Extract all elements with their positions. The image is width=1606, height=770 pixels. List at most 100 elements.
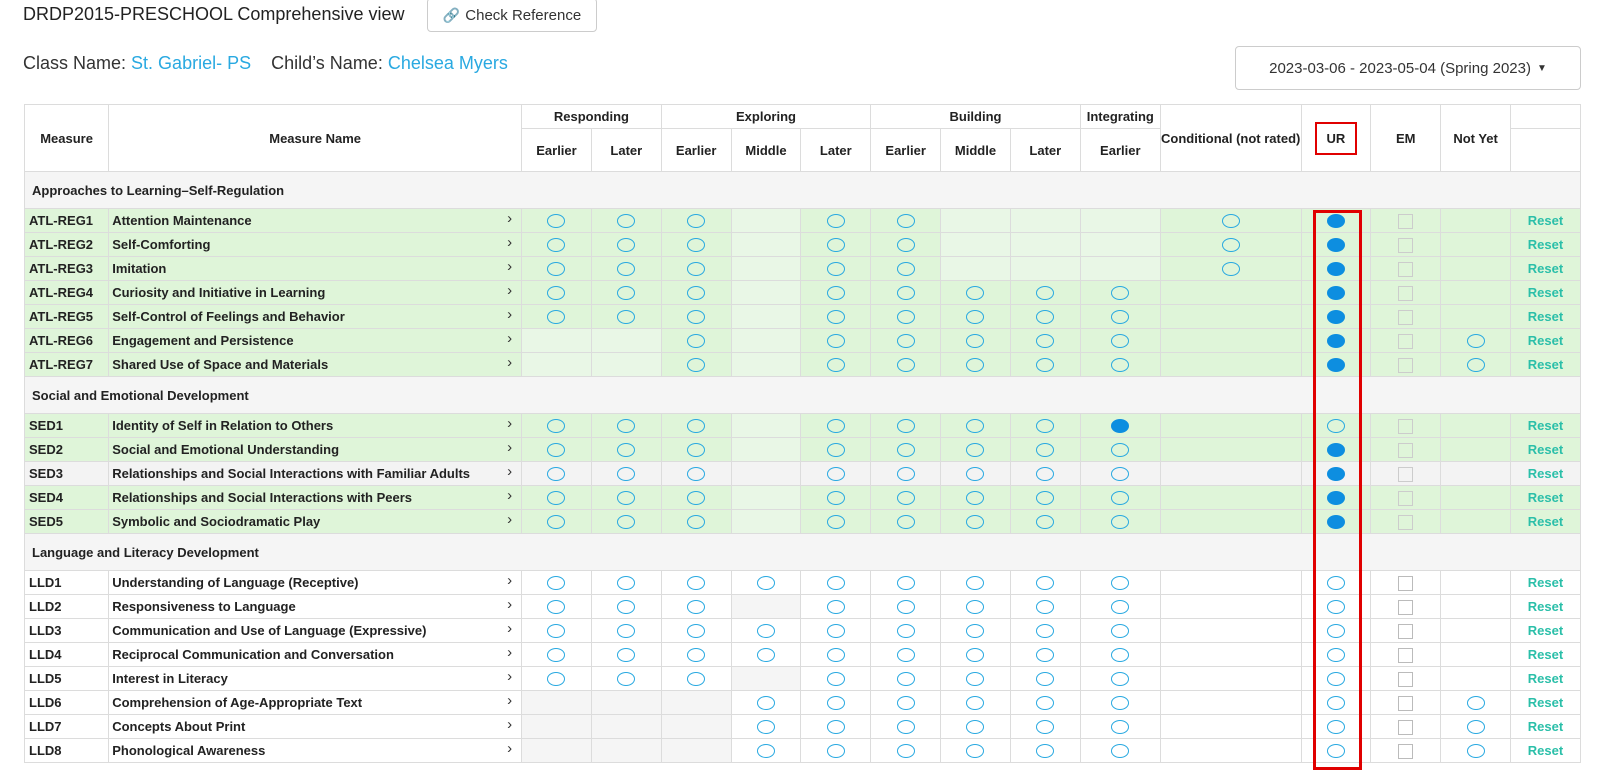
level-radio[interactable] [826, 419, 845, 434]
level-radio[interactable] [1111, 744, 1130, 759]
ur-radio[interactable] [1326, 467, 1345, 482]
level-radio[interactable] [966, 696, 985, 711]
level-radio[interactable] [826, 238, 845, 253]
reset-link[interactable]: Reset [1528, 514, 1563, 529]
level-radio[interactable] [966, 720, 985, 735]
ur-radio[interactable] [1326, 720, 1345, 735]
level-radio[interactable] [896, 491, 915, 506]
level-radio[interactable] [1036, 515, 1055, 530]
reset-link[interactable]: Reset [1528, 333, 1563, 348]
class-name-link[interactable]: St. Gabriel- PS [131, 53, 251, 73]
level-radio[interactable] [617, 214, 636, 229]
measure-name[interactable]: Phonological Awareness › [108, 738, 523, 763]
not-yet-radio[interactable] [1466, 696, 1485, 711]
level-radio[interactable] [1036, 576, 1055, 591]
ur-radio[interactable] [1326, 600, 1345, 615]
chevron-right-icon[interactable]: › [507, 487, 512, 504]
level-radio[interactable] [756, 624, 775, 639]
level-radio[interactable] [826, 334, 845, 349]
level-radio[interactable] [547, 443, 566, 458]
level-radio[interactable] [547, 419, 566, 434]
level-radio[interactable] [1036, 334, 1055, 349]
level-radio[interactable] [1036, 443, 1055, 458]
check-reference-button[interactable]: 🔗 Check Reference [427, 0, 597, 32]
ur-radio[interactable] [1326, 238, 1345, 253]
em-checkbox[interactable] [1398, 466, 1414, 482]
level-radio[interactable] [687, 238, 706, 253]
ur-radio[interactable] [1326, 744, 1345, 759]
level-radio[interactable] [896, 419, 915, 434]
level-radio[interactable] [617, 467, 636, 482]
level-radio[interactable] [896, 624, 915, 639]
level-radio[interactable] [547, 214, 566, 229]
ur-radio[interactable] [1326, 491, 1345, 506]
chevron-right-icon[interactable]: › [507, 330, 512, 347]
em-checkbox[interactable] [1398, 575, 1414, 591]
reset-link[interactable]: Reset [1528, 671, 1563, 686]
level-radio[interactable] [547, 491, 566, 506]
level-radio[interactable] [1111, 515, 1130, 530]
reset-link[interactable]: Reset [1528, 575, 1563, 590]
level-radio[interactable] [617, 576, 636, 591]
level-radio[interactable] [1036, 600, 1055, 615]
level-radio[interactable] [547, 672, 566, 687]
level-radio[interactable] [617, 624, 636, 639]
level-radio[interactable] [896, 720, 915, 735]
level-radio[interactable] [687, 672, 706, 687]
level-radio[interactable] [896, 334, 915, 349]
em-checkbox[interactable] [1398, 213, 1414, 229]
date-range-dropdown[interactable]: 2023-03-06 - 2023-05-04 (Spring 2023) ▼ [1235, 46, 1581, 90]
level-radio[interactable] [1111, 286, 1130, 301]
measure-name[interactable]: Shared Use of Space and Materials › [108, 352, 523, 377]
conditional-radio[interactable] [1221, 214, 1240, 229]
level-radio[interactable] [1036, 310, 1055, 325]
level-radio[interactable] [826, 286, 845, 301]
conditional-radio[interactable] [1221, 238, 1240, 253]
level-radio[interactable] [1111, 467, 1130, 482]
level-radio[interactable] [687, 419, 706, 434]
chevron-right-icon[interactable]: › [507, 644, 512, 661]
level-radio[interactable] [687, 214, 706, 229]
child-name-link[interactable]: Chelsea Myers [388, 53, 508, 73]
level-radio[interactable] [896, 286, 915, 301]
level-radio[interactable] [1111, 600, 1130, 615]
em-checkbox[interactable] [1398, 623, 1414, 639]
em-checkbox[interactable] [1398, 599, 1414, 615]
chevron-right-icon[interactable]: › [507, 306, 512, 323]
level-radio[interactable] [1111, 334, 1130, 349]
chevron-right-icon[interactable]: › [507, 415, 512, 432]
level-radio[interactable] [687, 358, 706, 373]
level-radio[interactable] [896, 672, 915, 687]
level-radio[interactable] [547, 286, 566, 301]
level-radio[interactable] [547, 515, 566, 530]
level-radio[interactable] [896, 600, 915, 615]
em-checkbox[interactable] [1398, 442, 1414, 458]
not-yet-radio[interactable] [1466, 358, 1485, 373]
level-radio[interactable] [687, 443, 706, 458]
reset-link[interactable]: Reset [1528, 743, 1563, 758]
level-radio[interactable] [826, 515, 845, 530]
measure-name[interactable]: Concepts About Print › [108, 714, 523, 739]
level-radio[interactable] [756, 696, 775, 711]
level-radio[interactable] [756, 576, 775, 591]
level-radio[interactable] [966, 443, 985, 458]
level-radio[interactable] [617, 443, 636, 458]
level-radio[interactable] [826, 672, 845, 687]
level-radio[interactable] [617, 491, 636, 506]
em-checkbox[interactable] [1398, 647, 1414, 663]
measure-name[interactable]: Imitation › [108, 256, 523, 281]
ur-radio[interactable] [1326, 696, 1345, 711]
reset-link[interactable]: Reset [1528, 309, 1563, 324]
measure-name[interactable]: Interest in Literacy › [108, 666, 523, 691]
level-radio[interactable] [1111, 720, 1130, 735]
level-radio[interactable] [896, 576, 915, 591]
em-checkbox[interactable] [1398, 719, 1414, 735]
level-radio[interactable] [966, 648, 985, 663]
level-radio[interactable] [826, 696, 845, 711]
em-checkbox[interactable] [1398, 490, 1414, 506]
level-radio[interactable] [966, 358, 985, 373]
level-radio[interactable] [826, 214, 845, 229]
level-radio[interactable] [617, 648, 636, 663]
reset-link[interactable]: Reset [1528, 466, 1563, 481]
level-radio[interactable] [896, 214, 915, 229]
